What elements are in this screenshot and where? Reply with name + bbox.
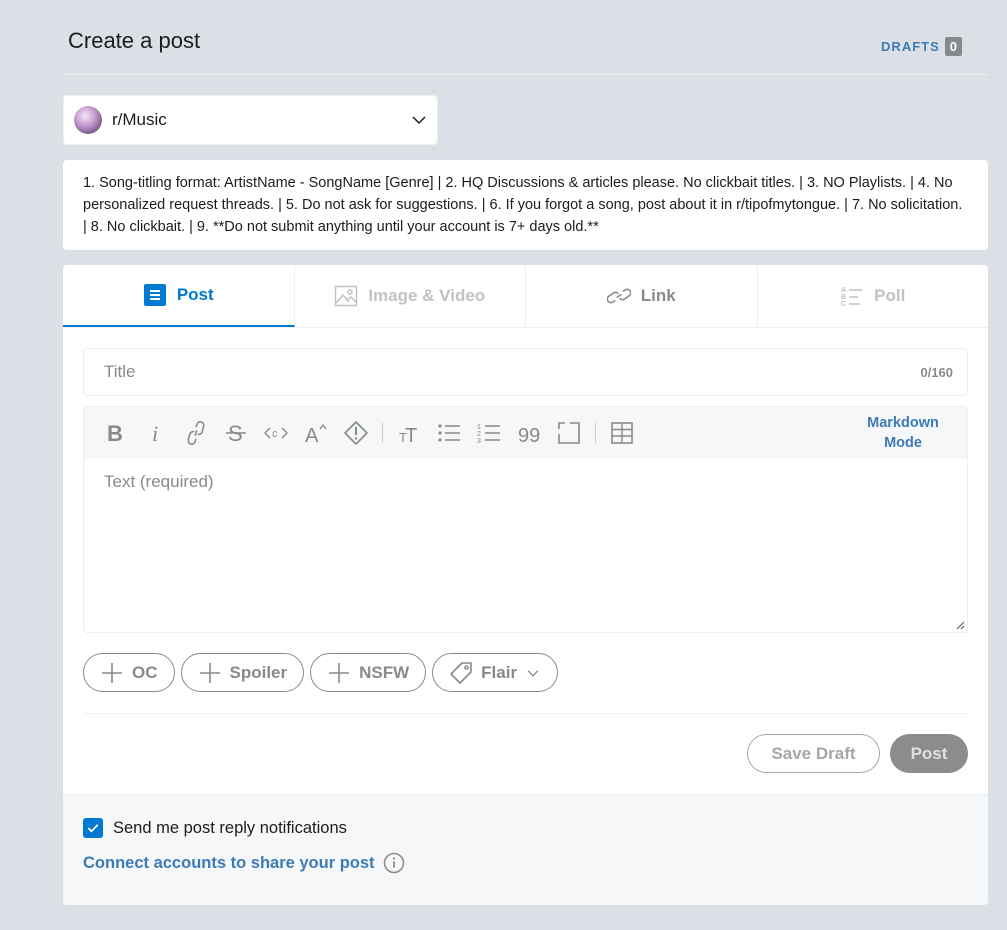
- chevron-down-icon: [412, 116, 426, 125]
- text-placeholder: Text (required): [104, 472, 214, 491]
- tab-image-video-label: Image & Video: [368, 286, 486, 305]
- link-icon: [606, 288, 631, 304]
- connect-accounts-label: Connect accounts to share your post: [83, 853, 375, 872]
- tag-icon: [450, 661, 472, 684]
- reply-notifications-option[interactable]: Send me post reply notifications: [83, 818, 347, 838]
- bulleted-list-button[interactable]: [429, 413, 469, 453]
- bulleted-list-icon: [438, 424, 460, 442]
- bold-icon: B: [107, 421, 123, 446]
- post-type-tabs: Post Image & Video Link ABC Poll: [63, 265, 988, 328]
- poll-icon: ABC: [841, 287, 863, 308]
- spoiler-button[interactable]: [336, 413, 376, 453]
- svg-text:A: A: [305, 425, 319, 446]
- plus-icon: [329, 662, 350, 683]
- form-footer: Send me post reply notifications Connect…: [63, 794, 988, 905]
- oc-label: OC: [132, 662, 158, 682]
- editor-toolbar: B i S c A TT 123 99 Markdown Mode: [84, 407, 967, 459]
- drafts-button[interactable]: DRAFTS 0: [881, 37, 962, 56]
- info-icon[interactable]: [383, 852, 405, 874]
- save-draft-button[interactable]: Save Draft: [747, 734, 880, 773]
- nsfw-label: NSFW: [359, 662, 410, 682]
- connect-accounts-link[interactable]: Connect accounts to share your post: [83, 852, 405, 874]
- notifications-checkbox[interactable]: [83, 818, 103, 838]
- link-button[interactable]: [176, 413, 216, 453]
- markdown-mode-label-line2: Mode: [884, 435, 922, 451]
- heading-icon: TT: [399, 425, 417, 446]
- flair-label: Flair: [481, 662, 518, 682]
- superscript-icon: A: [305, 423, 327, 446]
- bold-button[interactable]: B: [96, 413, 136, 453]
- svg-text:B: B: [841, 294, 846, 301]
- title-input[interactable]: Title 0/160: [83, 348, 968, 396]
- post-icon: [143, 284, 166, 306]
- plus-icon: [102, 662, 122, 683]
- spoiler-icon: [344, 421, 368, 445]
- toolbar-divider: [382, 423, 383, 443]
- tab-link-label: Link: [640, 286, 676, 305]
- superscript-button[interactable]: A: [296, 413, 336, 453]
- form-divider: [83, 713, 968, 714]
- spoiler-label: Spoiler: [229, 662, 288, 682]
- community-avatar: [74, 106, 102, 134]
- page-title: Create a post: [68, 28, 201, 53]
- link-icon: [187, 421, 205, 445]
- text-editor[interactable]: B i S c A TT 123 99 Markdown Mode Text (…: [83, 406, 968, 633]
- resize-handle-icon[interactable]: [955, 620, 965, 630]
- flair-button[interactable]: Flair: [432, 653, 559, 692]
- oc-button[interactable]: OC: [83, 653, 175, 692]
- inline-code-button[interactable]: c: [256, 413, 296, 453]
- post-flags: OC Spoiler NSFW Flair: [83, 653, 559, 692]
- svg-text:1: 1: [477, 424, 481, 431]
- svg-text:T: T: [405, 425, 417, 446]
- inline-code-icon: c: [264, 427, 288, 440]
- svg-text:i: i: [152, 421, 158, 446]
- tab-image-video[interactable]: Image & Video: [295, 265, 526, 327]
- chevron-down-icon: [527, 670, 539, 677]
- code-block-button[interactable]: [549, 413, 589, 453]
- svg-text:99: 99: [518, 425, 540, 446]
- plus-icon: [199, 662, 220, 683]
- tab-link[interactable]: Link: [526, 265, 758, 327]
- quote-block-icon: 99: [518, 425, 540, 446]
- tab-post-label: Post: [176, 285, 214, 304]
- markdown-mode-button[interactable]: Markdown Mode: [863, 413, 943, 453]
- tab-post[interactable]: Post: [63, 265, 295, 327]
- italic-icon: i: [152, 421, 158, 446]
- toolbar-divider: [595, 423, 596, 443]
- drafts-count-badge: 0: [944, 37, 962, 56]
- table-button[interactable]: [602, 413, 642, 453]
- checkmark-icon: [87, 824, 99, 833]
- italic-button[interactable]: i: [136, 413, 176, 453]
- svg-text:3: 3: [477, 438, 481, 445]
- numbered-list-icon: 123: [477, 424, 500, 445]
- post-form: Post Image & Video Link ABC Poll Title 0…: [63, 265, 988, 905]
- table-icon: [611, 422, 633, 444]
- svg-text:2: 2: [477, 431, 481, 438]
- title-placeholder: Title: [104, 362, 136, 381]
- code-block-icon: [558, 422, 580, 444]
- spoiler-tag-button[interactable]: Spoiler: [180, 653, 305, 692]
- image-icon: [335, 285, 358, 307]
- svg-text:c: c: [272, 428, 278, 440]
- community-name: r/Music: [112, 110, 167, 129]
- title-char-counter: 0/160: [920, 364, 953, 380]
- drafts-label: DRAFTS: [881, 39, 940, 54]
- quote-block-button[interactable]: 99: [509, 413, 549, 453]
- community-selector[interactable]: r/Music: [63, 95, 438, 145]
- tab-poll[interactable]: ABC Poll: [758, 265, 989, 327]
- nsfw-button[interactable]: NSFW: [310, 653, 427, 692]
- svg-text:A: A: [841, 287, 846, 294]
- markdown-mode-label-line1: Markdown: [867, 415, 939, 431]
- strikethrough-icon: S: [226, 421, 246, 446]
- heading-button[interactable]: TT: [389, 413, 429, 453]
- strikethrough-button[interactable]: S: [216, 413, 256, 453]
- tab-poll-label: Poll: [874, 286, 906, 305]
- community-rules: 1. Song-titling format: ArtistName - Son…: [63, 160, 988, 250]
- numbered-list-button[interactable]: 123: [469, 413, 509, 453]
- post-button[interactable]: Post: [890, 734, 968, 773]
- svg-text:C: C: [841, 301, 846, 308]
- notifications-label: Send me post reply notifications: [113, 818, 347, 837]
- page-header: Create a post DRAFTS 0: [63, 0, 988, 75]
- svg-text:B: B: [107, 421, 123, 446]
